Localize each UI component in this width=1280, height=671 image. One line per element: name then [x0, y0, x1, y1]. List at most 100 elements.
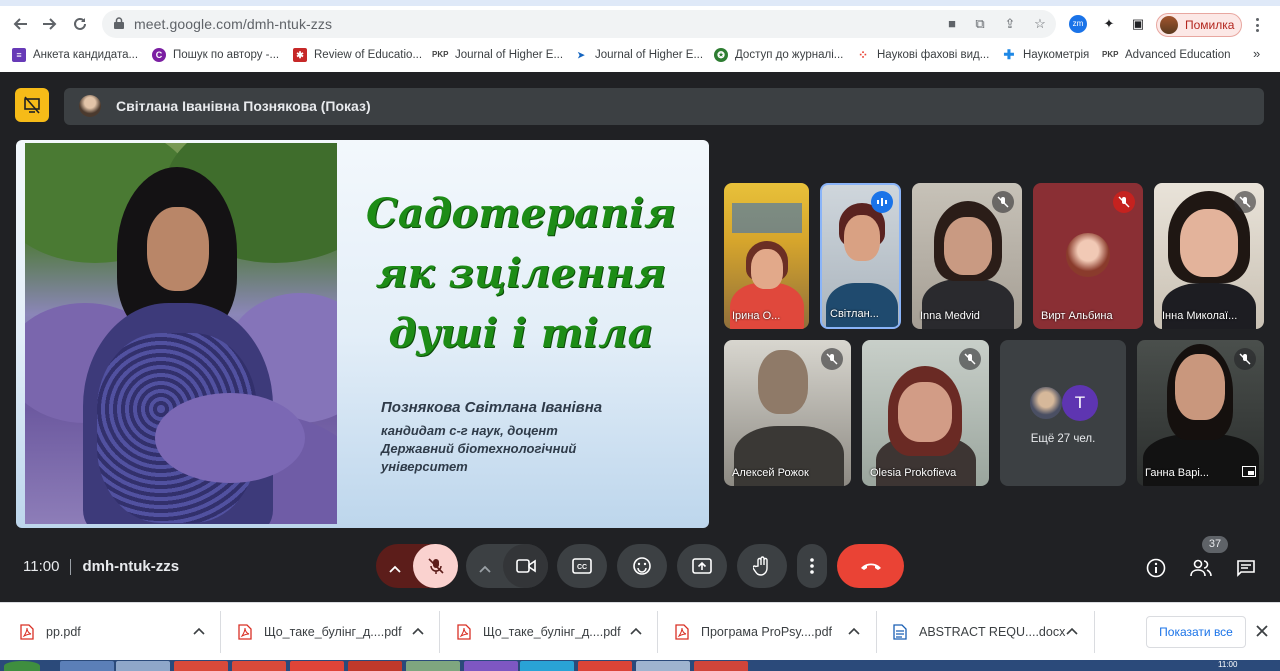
start-button[interactable]: [4, 661, 40, 671]
participant-tile[interactable]: Ірина О...: [724, 183, 809, 329]
side-panel-icon[interactable]: ▣: [1129, 15, 1147, 33]
star-icon[interactable]: ☆: [1032, 17, 1048, 31]
download-item[interactable]: Що_таке_булінг_д....pdf: [238, 617, 402, 647]
show-all-downloads-button[interactable]: Показати все: [1146, 616, 1246, 648]
zoom-extension-icon[interactable]: zm: [1069, 15, 1087, 33]
download-item[interactable]: pp.pdf: [20, 617, 81, 647]
slide-author-info: кандидат с-г наук, доцент Державний біот…: [381, 422, 576, 476]
hand-icon: [753, 556, 768, 576]
participant-tile[interactable]: Olesia Prokofieva: [862, 340, 989, 486]
chevron-up-icon[interactable]: [193, 625, 205, 637]
profile-error-chip[interactable]: Помилка: [1156, 13, 1242, 37]
bookmark-1[interactable]: ≡ Анкета кандидата...: [12, 46, 138, 64]
more-options-button[interactable]: [797, 544, 827, 588]
bookmark-label: Review of Educatio...: [314, 49, 423, 61]
reactions-button[interactable]: [617, 544, 667, 588]
bookmark-9[interactable]: PKP Advanced Education: [1102, 46, 1231, 64]
mic-off-icon: [992, 191, 1014, 213]
taskbar-app[interactable]: [60, 661, 114, 671]
reload-button[interactable]: [66, 10, 94, 38]
divider: [439, 611, 440, 653]
taskbar-app[interactable]: [464, 661, 518, 671]
taskbar-app[interactable]: [116, 661, 170, 671]
participant-tile[interactable]: Вирт Альбина: [1033, 183, 1143, 329]
bookmarks-bar: ≡ Анкета кандидата... C Пошук по автору …: [0, 44, 1280, 66]
leave-call-button[interactable]: [837, 544, 904, 588]
chat-button[interactable]: [1234, 557, 1258, 579]
participant-avatar: [1028, 385, 1064, 421]
taskbar-app[interactable]: [406, 661, 460, 671]
bookmark-7[interactable]: ⁘ Наукові фахові вид...: [856, 46, 989, 64]
chevron-up-icon[interactable]: [848, 625, 860, 637]
video-options-button[interactable]: [479, 560, 491, 578]
browser-menu-icon[interactable]: [1256, 18, 1260, 32]
forward-button[interactable]: [36, 10, 64, 38]
bookmark-label: Пошук по автору -...: [173, 49, 280, 61]
back-button[interactable]: [6, 10, 34, 38]
profile-label: Помилка: [1185, 18, 1235, 32]
more-bookmarks-button[interactable]: »: [1253, 46, 1260, 61]
raise-hand-button[interactable]: [737, 544, 787, 588]
audio-options-button[interactable]: [389, 560, 401, 578]
arrow-icon: ➤: [577, 50, 585, 60]
taskbar-app[interactable]: [520, 661, 574, 671]
taskbar-app[interactable]: [290, 661, 344, 671]
taskbar-app[interactable]: [174, 661, 228, 671]
share-icon[interactable]: ⇪: [1002, 17, 1018, 31]
bookmark-2[interactable]: C Пошук по автору -...: [152, 46, 279, 64]
taskbar-clock: 11:00: [1218, 660, 1238, 669]
download-item[interactable]: Що_таке_булінг_д....pdf: [457, 617, 621, 647]
participant-tile[interactable]: Інна Миколаї...: [1154, 183, 1264, 329]
chevron-up-icon[interactable]: [1066, 625, 1078, 637]
present-button[interactable]: [677, 544, 727, 588]
participant-name: Inna Medvid: [920, 310, 980, 322]
mic-off-icon: [1234, 348, 1256, 370]
divider: [657, 611, 658, 653]
participant-tile-speaking[interactable]: Світлан...: [820, 183, 901, 329]
participant-name: Світлан...: [830, 308, 879, 320]
participant-tile[interactable]: Inna Medvid: [912, 183, 1022, 329]
pkp-icon: PKP: [1102, 50, 1119, 59]
more-vert-icon: [810, 558, 814, 574]
bookmark-8[interactable]: ✚ Наукометрія: [1002, 46, 1090, 64]
bookmark-4[interactable]: PKP Journal of Higher E...: [432, 46, 563, 64]
taskbar-app[interactable]: [636, 661, 690, 671]
speaking-indicator-icon: [871, 191, 893, 213]
more-participants-tile[interactable]: T Ещё 27 чел.: [1000, 340, 1126, 486]
bookmark-label: Journal of Higher E...: [595, 49, 704, 61]
chevron-up-icon[interactable]: [630, 625, 642, 637]
captions-button[interactable]: CC: [557, 544, 607, 588]
mute-button[interactable]: [413, 544, 458, 588]
bookmark-6[interactable]: ✪ Доступ до журналі...: [714, 46, 843, 64]
address-bar[interactable]: meet.google.com/dmh-ntuk-zzs ■ ⧉ ⇪ ☆: [102, 10, 1056, 38]
participant-tile[interactable]: Ганна Варі...: [1137, 340, 1264, 486]
translate-icon[interactable]: ⧉: [972, 17, 988, 31]
camera-button[interactable]: [503, 544, 548, 588]
chevron-up-icon[interactable]: [412, 625, 424, 637]
puzzle-extensions-icon[interactable]: ✦: [1100, 15, 1118, 33]
taskbar-app[interactable]: [694, 661, 748, 671]
close-icon[interactable]: [1256, 625, 1268, 637]
slide-info-line: кандидат с-г наук, доцент: [381, 423, 558, 438]
download-item[interactable]: ABSTRACT REQU....docx: [893, 617, 1065, 647]
taskbar-app[interactable]: [232, 661, 286, 671]
chat-icon: [1237, 560, 1255, 577]
meeting-details-button[interactable]: [1144, 557, 1168, 579]
meeting-info: 11:00 dmh-ntuk-zzs: [23, 558, 179, 575]
taskbar-app[interactable]: [348, 661, 402, 671]
bookmark-5[interactable]: ➤ Journal of Higher E...: [574, 46, 703, 64]
people-button[interactable]: [1189, 557, 1213, 579]
participant-name: Алексей Рожок: [732, 467, 809, 479]
bookmark-3[interactable]: ✱ Review of Educatio...: [293, 46, 422, 64]
slide-title-line: Садотерапія: [365, 190, 677, 237]
camera-indicator-icon[interactable]: ■: [944, 17, 960, 31]
picture-in-picture-icon[interactable]: [1242, 466, 1256, 477]
videocam-icon: [515, 559, 536, 573]
taskbar-app[interactable]: [578, 661, 632, 671]
slide-info-line: університет: [381, 459, 468, 474]
participant-tile[interactable]: Алексей Рожок: [724, 340, 851, 486]
presentation-badge[interactable]: [15, 88, 49, 122]
dots-icon: ⁘: [857, 48, 869, 62]
download-item[interactable]: Програма ProPsy....pdf: [675, 617, 832, 647]
presenter-name: Світлана Іванівна Познякова (Показ): [116, 98, 371, 114]
